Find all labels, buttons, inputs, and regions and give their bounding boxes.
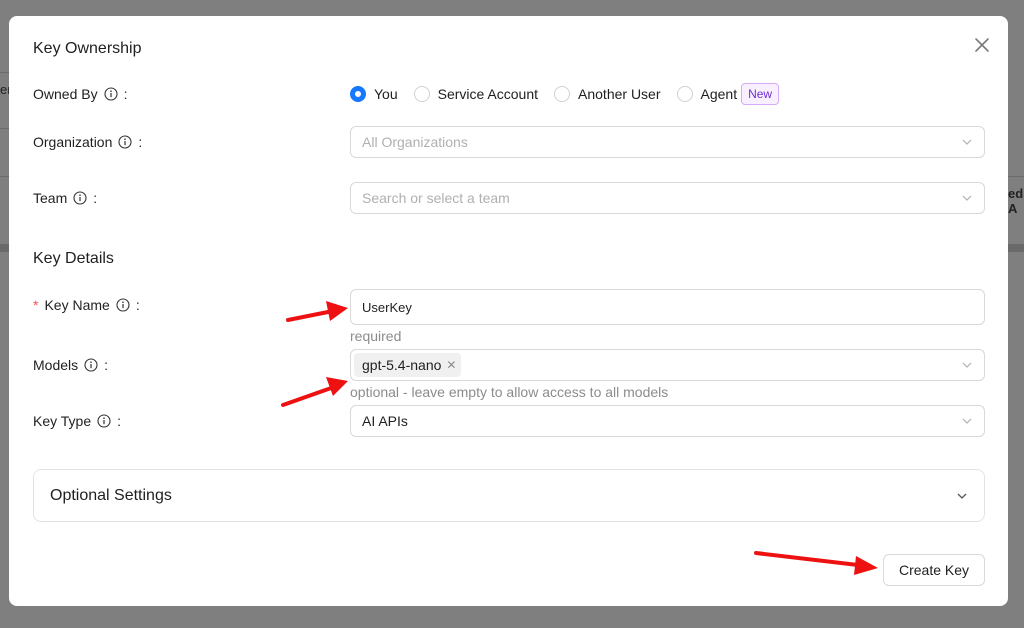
info-icon[interactable] [118,135,132,149]
radio-option-service-account[interactable]: Service Account [413,86,539,102]
organization-select[interactable]: All Organizations [350,126,985,158]
optional-settings-title: Optional Settings [50,486,172,504]
background-divider [0,176,9,177]
key-type-label-text: Key Type [33,413,92,429]
chevron-down-icon [957,493,967,499]
background-divider [0,128,9,129]
info-icon[interactable] [84,358,98,372]
key-type-select[interactable]: AI APIs [350,405,985,437]
key-name-value: UserKey [362,299,412,315]
chevron-down-icon [962,139,972,145]
label-colon: : [138,134,143,150]
label-colon: : [135,297,140,313]
background-text-fragment: ed A [1008,186,1024,216]
info-icon[interactable] [97,414,111,428]
key-type-value: AI APIs [362,413,408,429]
chevron-down-icon [962,195,972,201]
radio-option-another-user[interactable]: Another User [554,86,661,102]
key-name-input[interactable]: UserKey [350,289,985,325]
label-colon: : [104,357,109,373]
owned-by-label: Owned By : [33,83,127,105]
ownership-section-title: Key Ownership [33,40,142,57]
models-help: optional - leave empty to allow access t… [350,384,669,400]
team-label-text: Team [33,190,68,206]
background-divider [1008,176,1024,177]
new-badge: New [741,83,780,105]
radio-option-you[interactable]: You [350,86,398,102]
chevron-down-icon [962,362,972,368]
close-button[interactable] [971,34,993,56]
label-colon: : [123,86,128,102]
team-label: Team : [33,187,97,209]
organization-placeholder: All Organizations [362,134,468,150]
organization-label-text: Organization [33,134,113,150]
label-colon: : [117,413,122,429]
radio-button[interactable] [413,86,430,102]
radio-option-agent[interactable]: Agent New [676,83,780,105]
background-divider [1008,244,1024,252]
organization-label: Organization : [33,131,142,153]
team-placeholder: Search or select a team [362,190,510,206]
details-section-title: Key Details [33,250,114,267]
model-tag-label: gpt-5.4-nano [362,357,442,373]
models-label: Models : [33,354,108,376]
tag-close-icon[interactable]: ✕ [446,358,456,372]
close-icon [975,38,989,52]
required-mark: * [33,297,39,313]
create-key-modal: Key Ownership Owned By : You Service Acc… [9,16,1008,606]
create-key-button[interactable]: Create Key [883,554,985,586]
radio-label: Another User [578,86,661,102]
label-colon: : [93,190,98,206]
info-icon[interactable] [116,298,130,312]
radio-button[interactable] [676,86,693,102]
background-divider [0,244,9,252]
models-label-text: Models [33,357,79,373]
key-name-label-text: Key Name [44,297,110,313]
team-select[interactable]: Search or select a team [350,182,985,214]
info-icon[interactable] [104,87,118,101]
radio-label: You [374,86,398,102]
models-select[interactable]: gpt-5.4-nano ✕ [350,349,985,381]
radio-label: Service Account [437,86,539,102]
owned-by-radio-group: You Service Account Another User Agent N… [350,83,795,105]
radio-button-checked[interactable] [350,86,366,102]
model-tag: gpt-5.4-nano ✕ [354,353,462,377]
info-icon[interactable] [73,191,87,205]
background-divider [0,72,9,73]
key-name-help: required [350,328,402,344]
owned-by-label-text: Owned By [33,86,98,102]
optional-settings-collapse[interactable]: Optional Settings [33,469,985,522]
models-tag-area: gpt-5.4-nano ✕ [354,353,961,377]
radio-button[interactable] [554,86,571,102]
key-type-label: Key Type : [33,410,121,432]
key-name-label: * Key Name : [33,294,140,316]
chevron-down-icon [962,418,972,424]
radio-label: Agent [700,86,738,102]
